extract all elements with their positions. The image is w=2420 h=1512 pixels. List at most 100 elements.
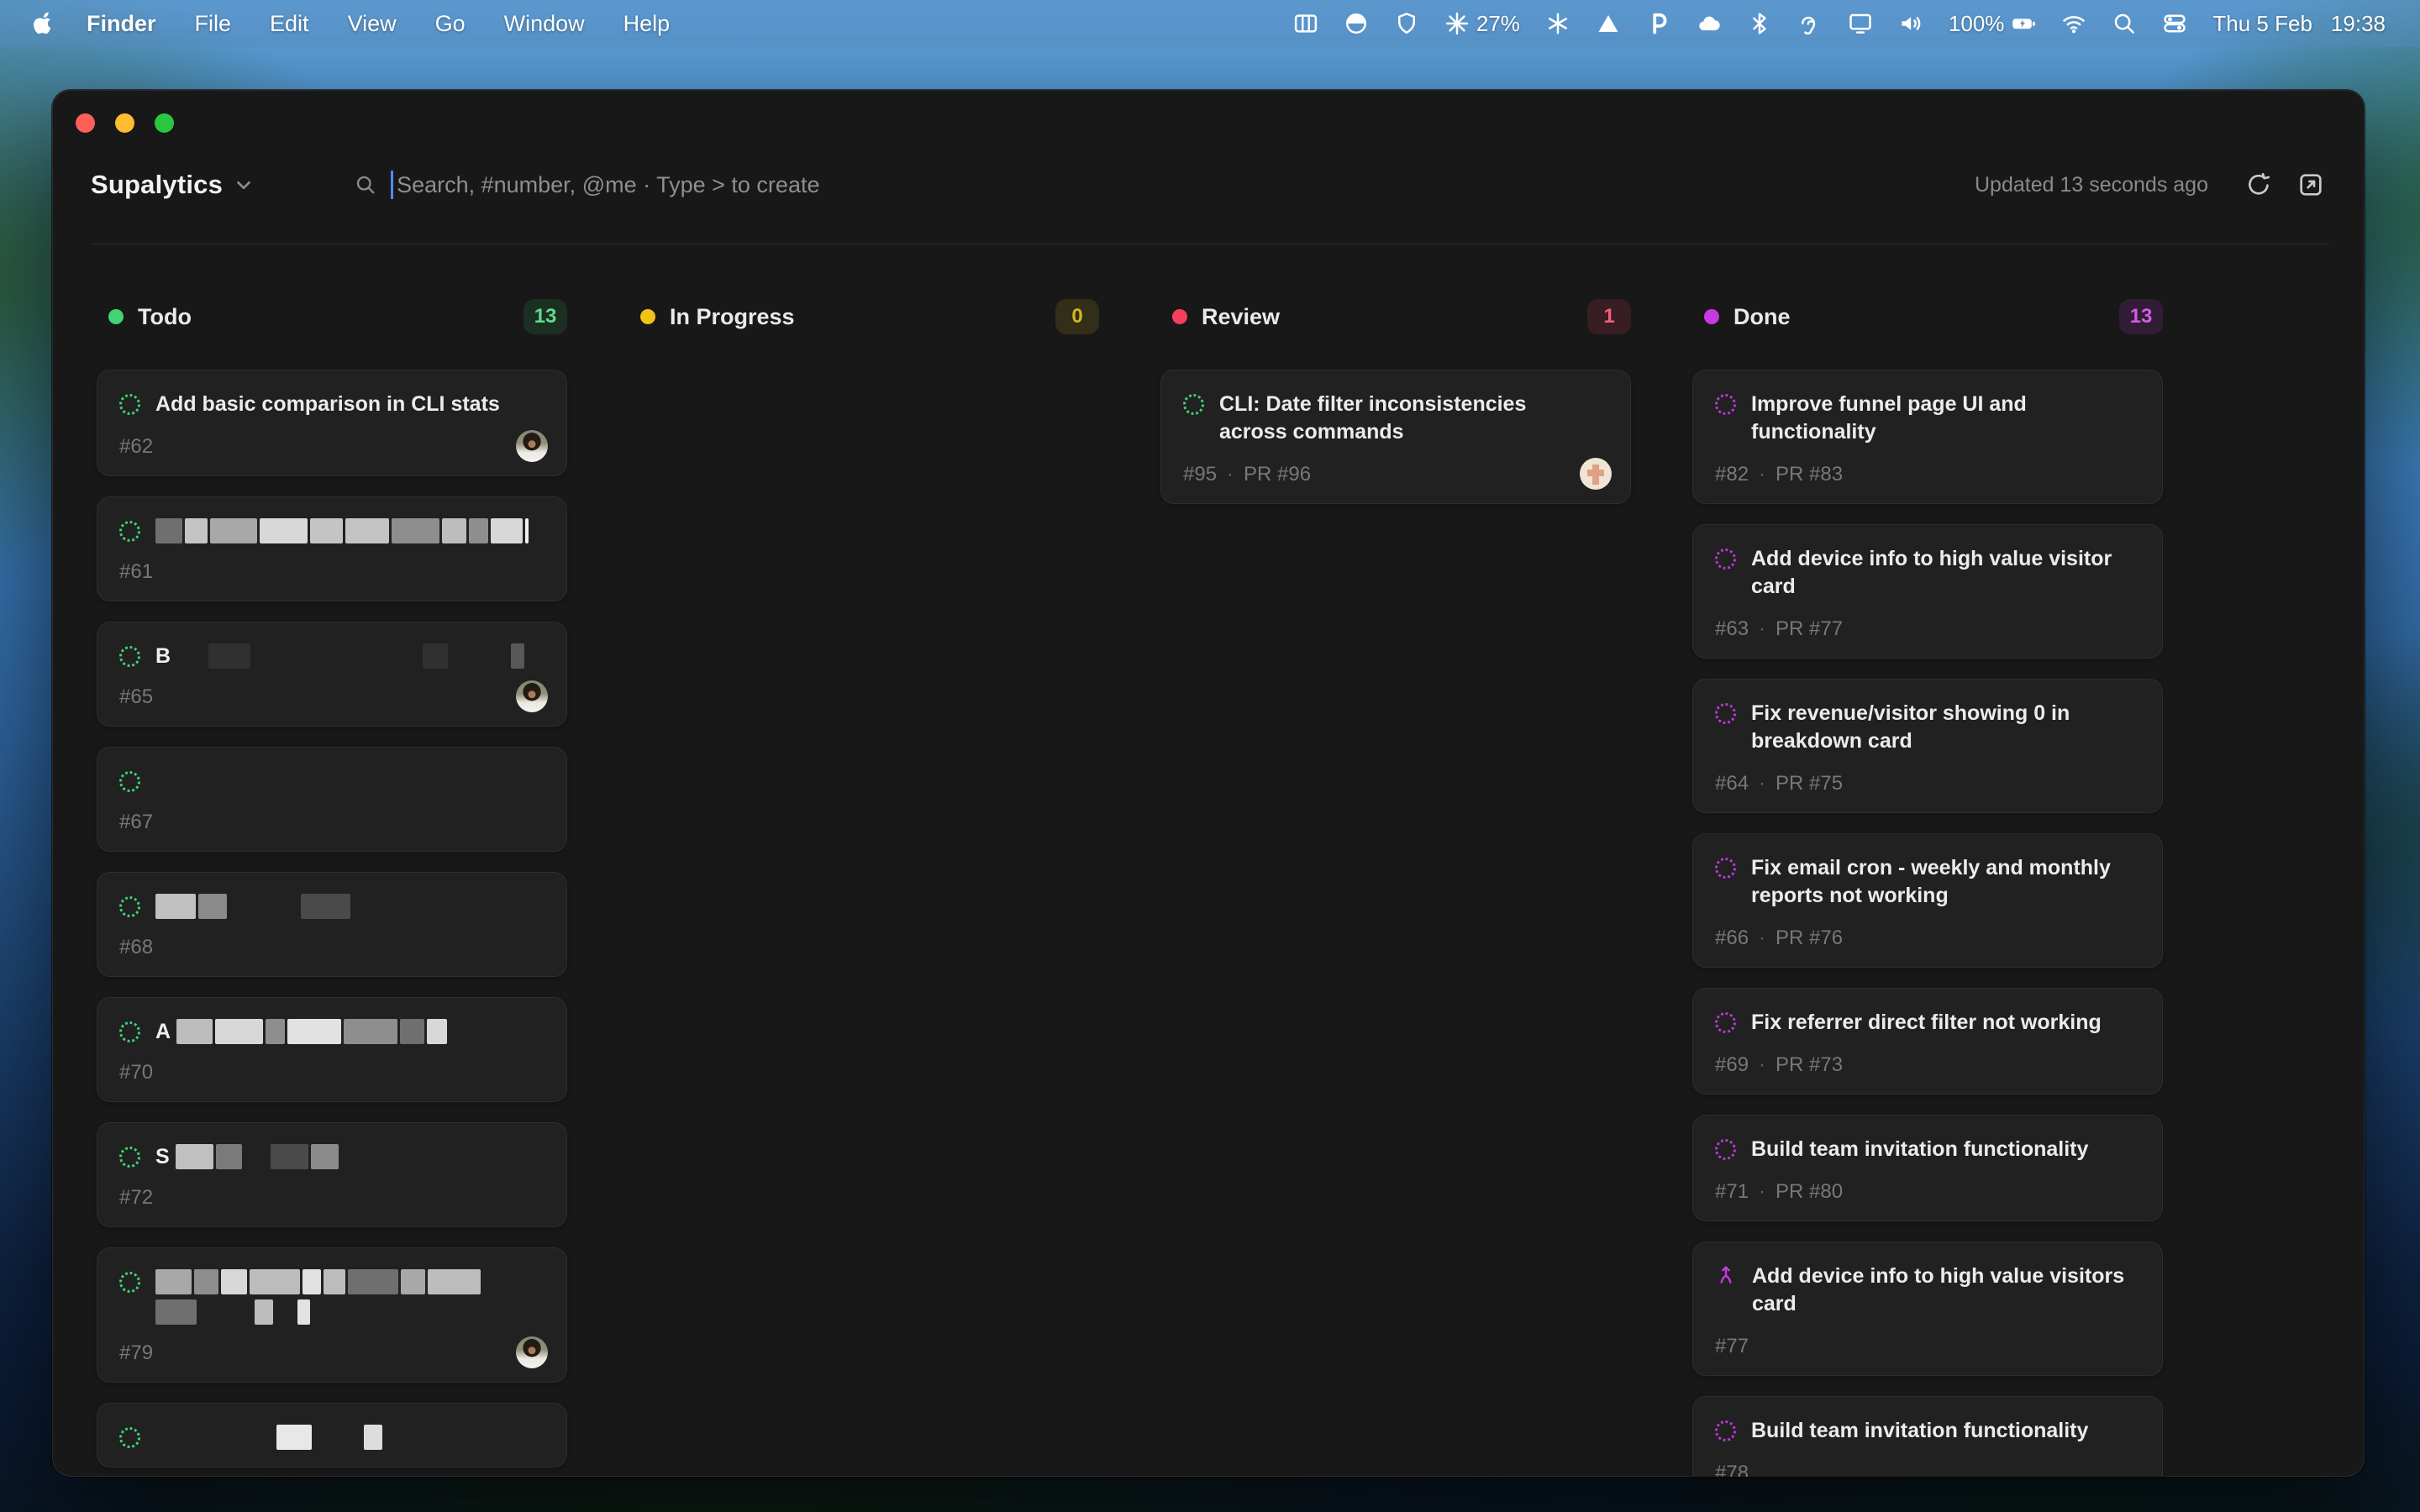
task-card[interactable]: Add basic comparison in CLI stats#62 [97, 370, 567, 476]
card-meta: #69·PR #73 [1715, 1053, 2140, 1077]
apple-menu-icon[interactable] [29, 11, 55, 36]
task-card[interactable]: #79 [97, 1247, 567, 1383]
column-count-badge: 0 [1055, 299, 1099, 334]
task-card[interactable]: Build team invitation functionality#78 [1692, 1396, 2163, 1477]
redacted-title [155, 517, 542, 543]
redaction-block [397, 643, 419, 669]
card-meta: #64·PR #75 [1715, 772, 2140, 795]
card-head: Fix revenue/visitor showing 0 in breakdo… [1715, 700, 2140, 755]
redaction-block [311, 1144, 339, 1169]
control-center-icon[interactable] [2149, 11, 2200, 36]
p-logo-icon[interactable] [1634, 11, 1684, 36]
task-card[interactable]: Add device info to high value visitor ca… [1692, 524, 2163, 659]
open-external-button[interactable] [2292, 166, 2329, 203]
menu-item-help[interactable]: Help [604, 11, 690, 36]
column-in-progress: In Progress0 [629, 299, 1099, 1477]
task-card[interactable]: Build team invitation functionality#71·P… [1692, 1115, 2163, 1221]
search-input[interactable] [395, 171, 1037, 199]
task-card[interactable]: S#72 [97, 1122, 567, 1227]
redaction-block [176, 643, 206, 669]
window-tiling-icon[interactable] [1281, 11, 1331, 36]
status-dotted-circle-icon [119, 1272, 140, 1293]
task-card[interactable]: #61 [97, 496, 567, 601]
redaction-block [185, 518, 208, 543]
minimize-window-button[interactable] [115, 113, 134, 133]
assignee-avatar [516, 680, 548, 712]
redaction-block [252, 894, 298, 919]
task-card[interactable]: A#70 [97, 997, 567, 1102]
card-head [119, 1268, 544, 1325]
wifi-icon[interactable] [2049, 11, 2099, 36]
redaction-block [191, 769, 211, 794]
task-card[interactable]: Fix email cron - weekly and monthly repo… [1692, 833, 2163, 968]
task-card[interactable] [97, 1403, 567, 1467]
redaction-block [353, 894, 380, 919]
issue-number: #77 [1715, 1335, 1749, 1358]
menu-item-go[interactable]: Go [416, 11, 485, 36]
card-meta: #95·PR #96 [1183, 463, 1608, 486]
column-count-badge: 13 [2119, 299, 2163, 334]
zoom-window-button[interactable] [155, 113, 174, 133]
merge-icon [1715, 1264, 1737, 1286]
issue-number: #66 [1715, 927, 1749, 950]
close-window-button[interactable] [76, 113, 95, 133]
status-text: 19:38 [2331, 11, 2386, 37]
task-card[interactable]: B#65 [97, 622, 567, 727]
card-meta: #66·PR #76 [1715, 927, 2140, 950]
menu-item-file[interactable]: File [176, 11, 251, 36]
card-head: Build team invitation functionality [1715, 1136, 2140, 1163]
refresh-button[interactable] [2240, 166, 2277, 203]
search-box[interactable] [354, 171, 1037, 199]
workspace-title: Supalytics [91, 170, 223, 200]
spotlight-icon[interactable] [2099, 11, 2149, 36]
card-head: Improve funnel page UI and functionality [1715, 391, 2140, 446]
card-head: Build team invitation functionality [1715, 1417, 2140, 1445]
redaction-block [210, 518, 256, 543]
menu-item-edit[interactable]: Edit [250, 11, 329, 36]
redaction-block [423, 643, 448, 669]
task-card[interactable]: #67 [97, 747, 567, 852]
redaction-block [287, 1019, 340, 1044]
triangle-icon[interactable] [1583, 11, 1634, 36]
menubar-clock[interactable]: 19:38 [2317, 11, 2398, 37]
half-circle-icon[interactable] [1331, 11, 1381, 36]
redaction-block [324, 1269, 345, 1294]
redacted-title: B [155, 643, 542, 669]
redaction-block [392, 518, 439, 543]
bluetooth-icon[interactable] [1734, 11, 1785, 36]
task-card[interactable]: Improve funnel page UI and functionality… [1692, 370, 2163, 504]
menu-item-view[interactable]: View [329, 11, 416, 36]
card-meta: #61 [119, 560, 544, 584]
task-card[interactable]: Fix referrer direct filter not working#6… [1692, 988, 2163, 1095]
redacted-title: A [155, 1018, 542, 1044]
redaction-block [197, 1425, 251, 1450]
volume-icon[interactable] [1886, 11, 1936, 36]
workspace-switcher[interactable]: Supalytics [91, 170, 255, 200]
task-card[interactable]: Fix revenue/visitor showing 0 in breakdo… [1692, 679, 2163, 813]
redacted-title: S [155, 1143, 542, 1169]
cloud-icon[interactable] [1684, 11, 1734, 36]
issue-number: #63 [1715, 617, 1749, 641]
issue-number: #71 [1715, 1180, 1749, 1204]
redaction-block [348, 1269, 398, 1294]
task-card[interactable]: Add device info to high value visitors c… [1692, 1242, 2163, 1376]
menubar-date[interactable]: Thu 5 Feb [2200, 11, 2317, 37]
display-icon[interactable] [1835, 11, 1886, 36]
task-card[interactable]: CLI: Date filter inconsistencies across … [1160, 370, 1631, 504]
task-card[interactable]: #68 [97, 872, 567, 977]
menu-item-finder[interactable]: Finder [67, 11, 176, 36]
hearing-icon[interactable] [1785, 11, 1835, 36]
issue-number: #95 [1183, 463, 1217, 486]
asterisk-icon[interactable] [1533, 11, 1583, 36]
redacted-text-row [155, 518, 542, 543]
status-dotted-circle-icon [1715, 703, 1736, 724]
pr-number: PR #75 [1776, 772, 1843, 795]
meta-separator: · [1759, 772, 1765, 795]
shield-icon[interactable] [1381, 11, 1432, 36]
battery-icon[interactable]: 100% [1936, 11, 2049, 37]
redaction-block [216, 1144, 243, 1169]
redaction-block [450, 643, 489, 669]
redaction-block [229, 894, 250, 919]
menu-item-window[interactable]: Window [485, 11, 604, 36]
keyboard-brightness-icon[interactable]: 27% [1432, 11, 1533, 37]
